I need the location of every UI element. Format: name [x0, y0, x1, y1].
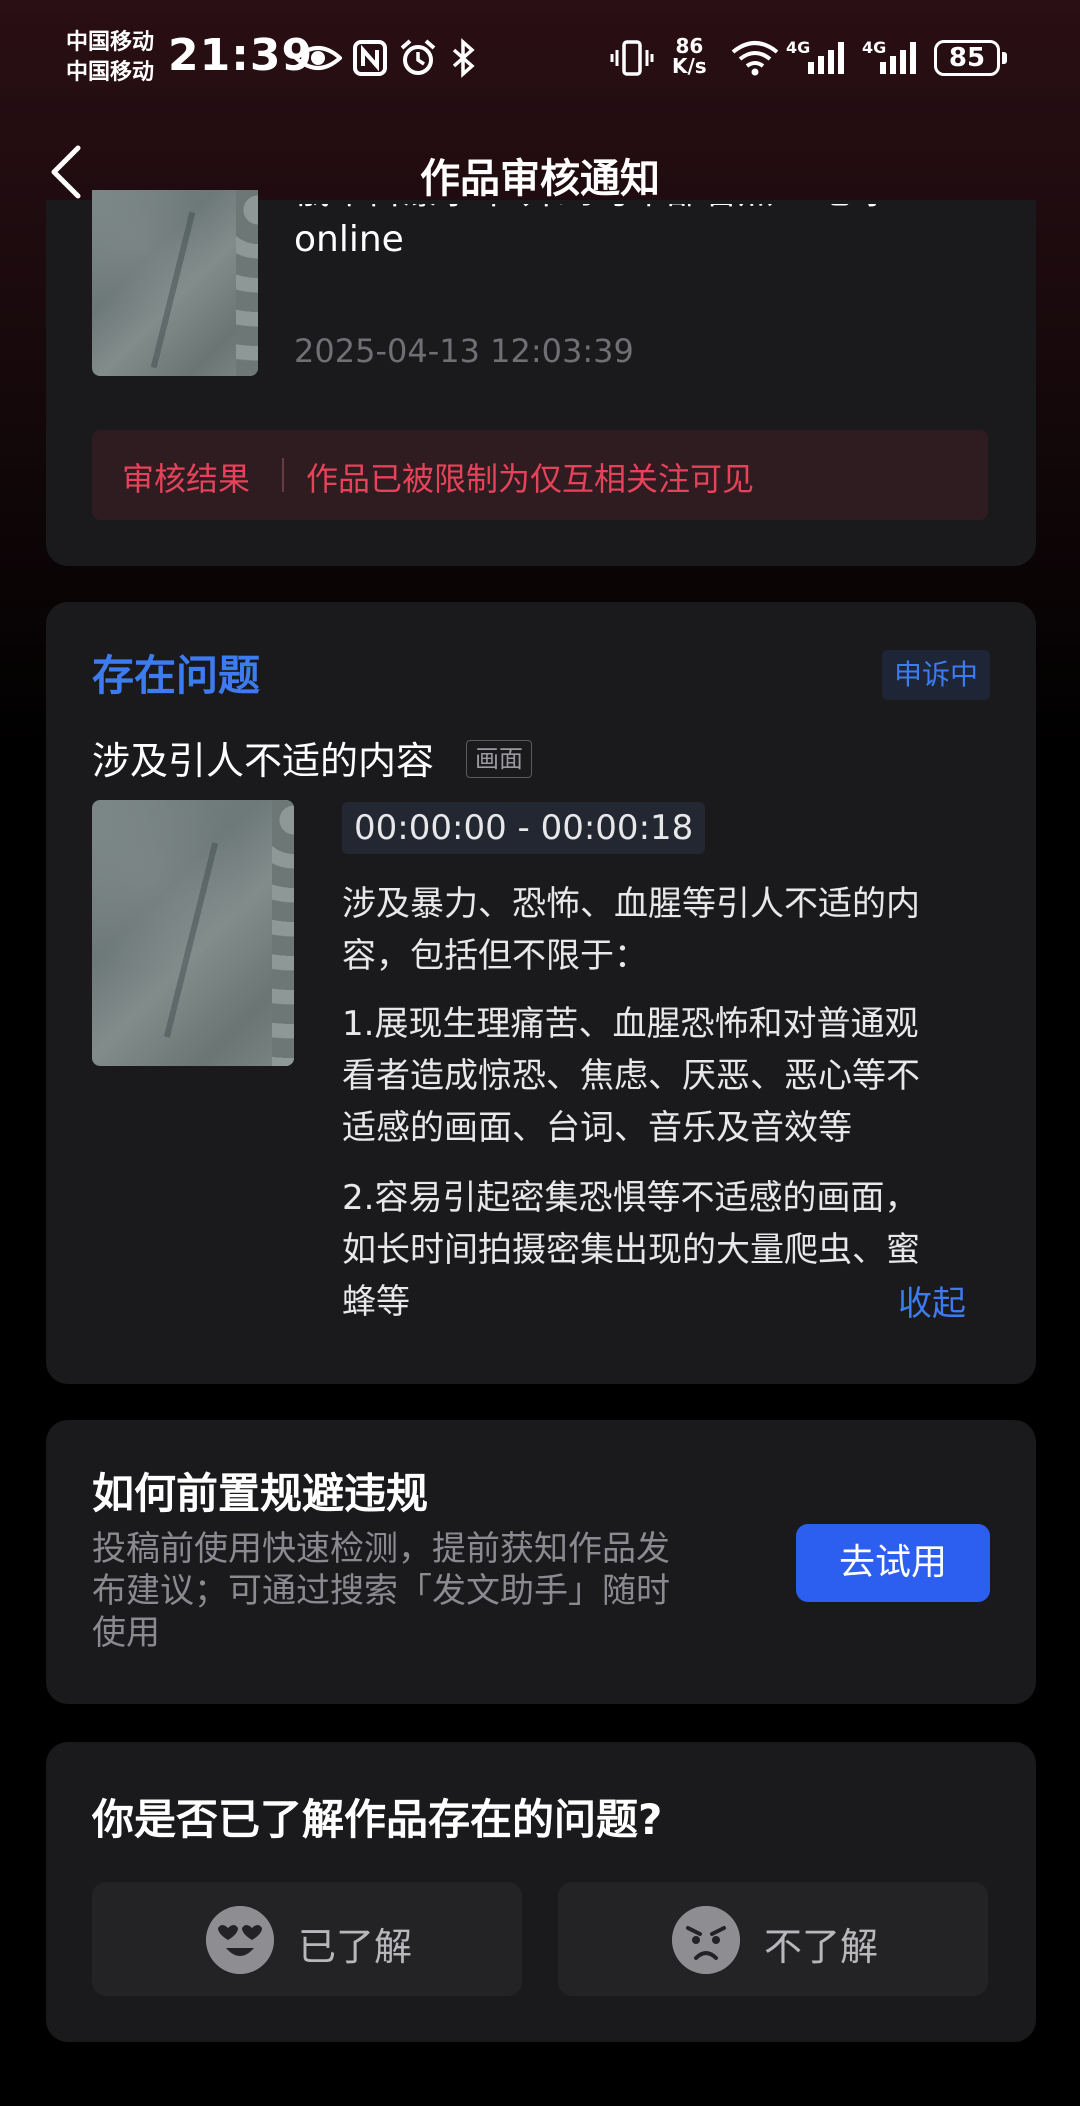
- desc-line: 投稿前使用快速检测，提前获知作品发: [92, 1529, 670, 1569]
- alarm-icon: [400, 39, 436, 75]
- issue-thumbnail[interactable]: [92, 800, 294, 1066]
- issue-name: 涉及引人不适的内容: [92, 739, 435, 783]
- not-understood-button[interactable]: 不了解: [558, 1882, 988, 1996]
- desc-line: 看者造成惊恐、焦虑、厌恶、恶心等不: [342, 1056, 920, 1096]
- divider: [282, 458, 284, 492]
- nfc-icon: [353, 40, 387, 76]
- desc-line: 使用: [92, 1613, 160, 1653]
- issue-point-1: 1.展现生理痛苦、血腥恐怖和对普通观 看者造成惊恐、焦虑、厌恶、恶心等不 适感的…: [342, 998, 1032, 1154]
- understood-button[interactable]: 已了解: [92, 1882, 522, 1996]
- review-result-bar: 审核结果 作品已被限制为仅互相关注可见: [92, 430, 988, 520]
- work-title-line2: online: [294, 219, 404, 260]
- appeal-status-badge: 申诉中: [881, 650, 990, 700]
- review-result-text: 作品已被限制为仅互相关注可见: [306, 460, 755, 498]
- try-button[interactable]: 去试用: [796, 1524, 990, 1602]
- heart-eyes-face-icon: [206, 1906, 274, 1974]
- signal-icon: [808, 42, 844, 74]
- carrier-2: 中国移动: [66, 60, 155, 85]
- wifi-icon: [731, 41, 779, 76]
- collapse-link[interactable]: 收起: [898, 1276, 966, 1325]
- net-speed-unit: K/s: [672, 54, 707, 78]
- issue-heading: 存在问题: [92, 651, 261, 700]
- issue-tag: 画面: [466, 740, 532, 778]
- feedback-card: 你是否已了解作品存在的问题? 已了解 不了解: [46, 1742, 1036, 2042]
- desc-line: 布建议；可通过搜索「发文助手」随时: [92, 1571, 670, 1611]
- bluetooth-icon: [452, 38, 475, 78]
- avoid-heading: 如何前置规避违规: [92, 1469, 429, 1518]
- not-understood-label: 不了解: [764, 1925, 879, 1969]
- sad-face-icon: [672, 1906, 740, 1974]
- vibrate-icon: [610, 40, 654, 76]
- understood-label: 已了解: [298, 1925, 413, 1969]
- carrier-labels: 中国移动 中国移动: [66, 28, 154, 88]
- issue-card: 存在问题 申诉中 涉及引人不适的内容 画面 00:00:00 - 00:00:1…: [46, 602, 1036, 1384]
- eye-icon: [294, 46, 342, 70]
- desc-line: 涉及暴力、恐怖、血腥等引人不适的内: [342, 884, 920, 924]
- feedback-question: 你是否已了解作品存在的问题?: [92, 1795, 663, 1844]
- work-title: 俄军百瀑水车 开到马军部看点 #地球 online: [294, 204, 994, 262]
- avoid-description: 投稿前使用快速检测，提前获知作品发 布建议；可通过搜索「发文助手」随时 使用: [92, 1528, 742, 1654]
- desc-line: 适感的画面、台词、音乐及音效等: [342, 1108, 852, 1148]
- avoid-violation-card: 如何前置规避违规 投稿前使用快速检测，提前获知作品发 布建议；可通过搜索「发文助…: [46, 1420, 1036, 1704]
- net-speed: 86 K/s: [672, 36, 707, 76]
- issue-desc-intro: 涉及暴力、恐怖、血腥等引人不适的内 容，包括但不限于：: [342, 878, 1032, 982]
- work-timestamp: 2025-04-13 12:03:39: [294, 332, 634, 370]
- desc-line: 1.展现生理痛苦、血腥恐怖和对普通观: [342, 1004, 919, 1044]
- carrier-1: 中国移动: [66, 30, 155, 55]
- net-speed-value: 86: [675, 34, 704, 58]
- work-card: 俄军百瀑水车 开到马军部看点 #地球 online 2025-04-13 12:…: [46, 190, 1036, 566]
- issue-time-range: 00:00:00 - 00:00:18: [342, 802, 706, 854]
- review-result-label: 审核结果: [122, 460, 251, 498]
- signal-icon-2: [880, 42, 916, 74]
- desc-line: 如长时间拍摄密集出现的大量爬虫、蜜: [342, 1230, 920, 1270]
- work-thumbnail[interactable]: [92, 190, 258, 376]
- work-title-line1: 俄军百瀑水车 开到马军部看点 #地球: [294, 204, 887, 212]
- battery-icon: 85: [934, 40, 1007, 76]
- desc-line: 2.容易引起密集恐惧等不适感的画面，: [342, 1178, 919, 1218]
- desc-line: 容，包括但不限于：: [342, 936, 648, 976]
- status-bar: 中国移动 中国移动 21:39 86 K/s 4G 4G 85: [0, 0, 1080, 120]
- clock: 21:39: [168, 30, 314, 81]
